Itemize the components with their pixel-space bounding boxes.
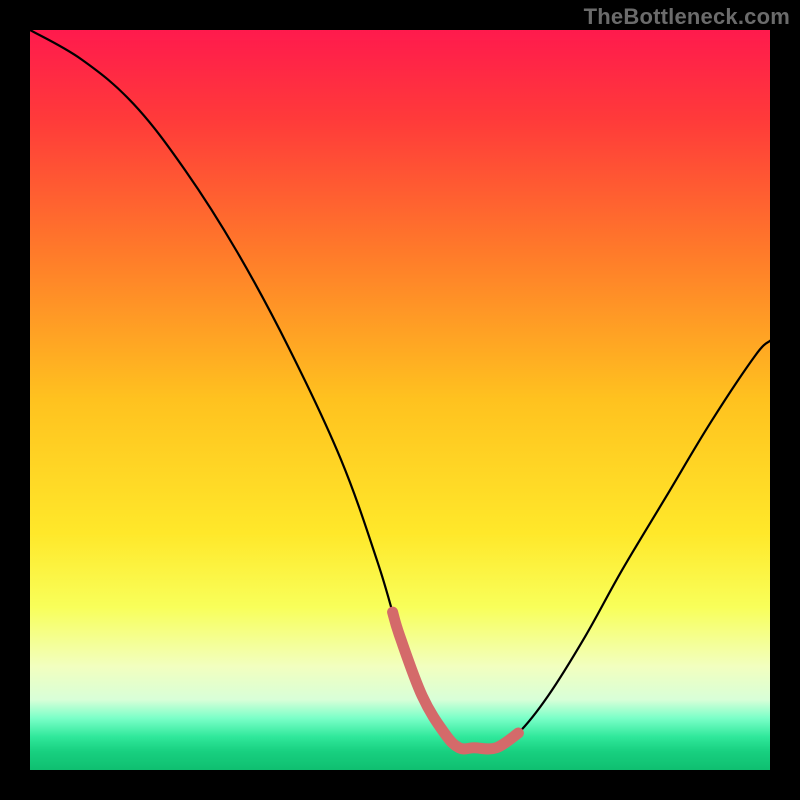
bottleneck-plot bbox=[30, 30, 770, 770]
plot-area bbox=[30, 30, 770, 770]
watermark-text: TheBottleneck.com bbox=[584, 4, 790, 30]
gradient-rect bbox=[30, 30, 770, 770]
chart-frame: TheBottleneck.com bbox=[0, 0, 800, 800]
